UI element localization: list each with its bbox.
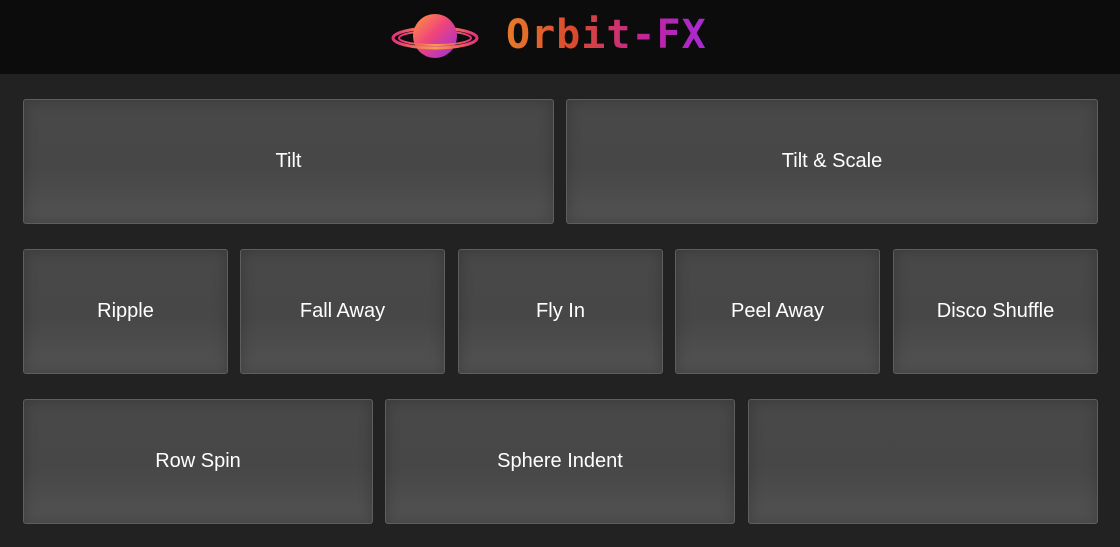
effect-tile-label: Sphere Indent <box>497 450 623 472</box>
effect-tile-fly-in[interactable]: Fly In <box>458 249 663 374</box>
effect-tile-label: Ripple <box>97 300 154 322</box>
effect-tile-sphere-indent[interactable]: Sphere Indent <box>385 399 735 524</box>
effect-tile-tilt[interactable]: Tilt <box>23 99 554 224</box>
effect-tile-empty[interactable] <box>748 399 1098 524</box>
effect-tile-peel-away[interactable]: Peel Away <box>675 249 880 374</box>
effect-tile-row-spin[interactable]: Row Spin <box>23 399 373 524</box>
effect-tile-ripple[interactable]: Ripple <box>23 249 228 374</box>
effect-tile-label: Fall Away <box>299 300 386 322</box>
effect-tile-label: Fly In <box>536 300 585 322</box>
effect-tile-disco-shuffle[interactable]: Disco Shuffle <box>893 249 1098 374</box>
effect-tile-label: Disco Shuffle <box>936 300 1055 322</box>
app-logo-text: Orbit-FX <box>506 12 707 58</box>
effect-tile-label: Tilt <box>275 150 302 172</box>
planet-icon <box>391 14 479 58</box>
effect-tile-fall-away[interactable]: Fall Away <box>240 249 445 374</box>
effect-tile-label: Row Spin <box>155 450 241 472</box>
effect-tile-label: Peel Away <box>730 300 825 322</box>
effect-tile-tilt-scale[interactable]: Tilt & Scale <box>566 99 1098 224</box>
effect-tile-label: Tilt & Scale <box>781 150 883 172</box>
app-header: Orbit-FX <box>0 0 1120 74</box>
